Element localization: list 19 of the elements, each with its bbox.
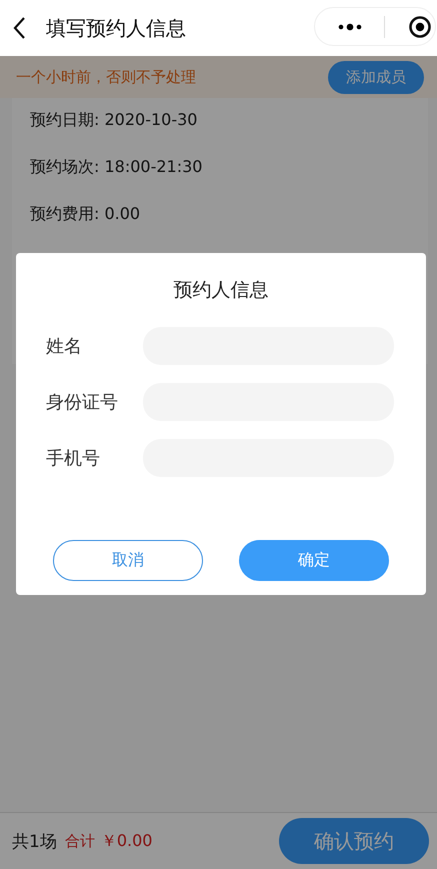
field-label: 姓名	[46, 335, 83, 358]
total-amount: ￥0.00	[100, 830, 152, 852]
detail-text: 预约日期: 2020-10-30	[30, 110, 198, 131]
confirm-button[interactable]: 确定	[239, 540, 389, 581]
detail-text: 预约场次: 18:00-21:30	[30, 157, 204, 178]
confirm-booking-button[interactable]: 确认预约	[279, 818, 429, 864]
field-label: 身份证号	[46, 391, 119, 414]
dialog-title: 预约人信息	[174, 278, 268, 303]
cancel-button[interactable]: 取消	[53, 540, 203, 581]
add-member-button[interactable]: 添加成员	[328, 60, 424, 94]
back-icon[interactable]	[12, 16, 26, 40]
close-icon[interactable]	[408, 14, 432, 38]
detail-text: 预约费用: 0.00	[30, 204, 142, 225]
more-icon[interactable]	[338, 22, 362, 30]
field-label: 手机号	[46, 447, 101, 470]
notice-text: 一个小时前，否则不予处理	[16, 68, 196, 86]
page-title: 填写预约人信息	[46, 14, 186, 42]
session-count: 共1场	[12, 830, 57, 852]
total-label: 合计	[64, 832, 95, 850]
